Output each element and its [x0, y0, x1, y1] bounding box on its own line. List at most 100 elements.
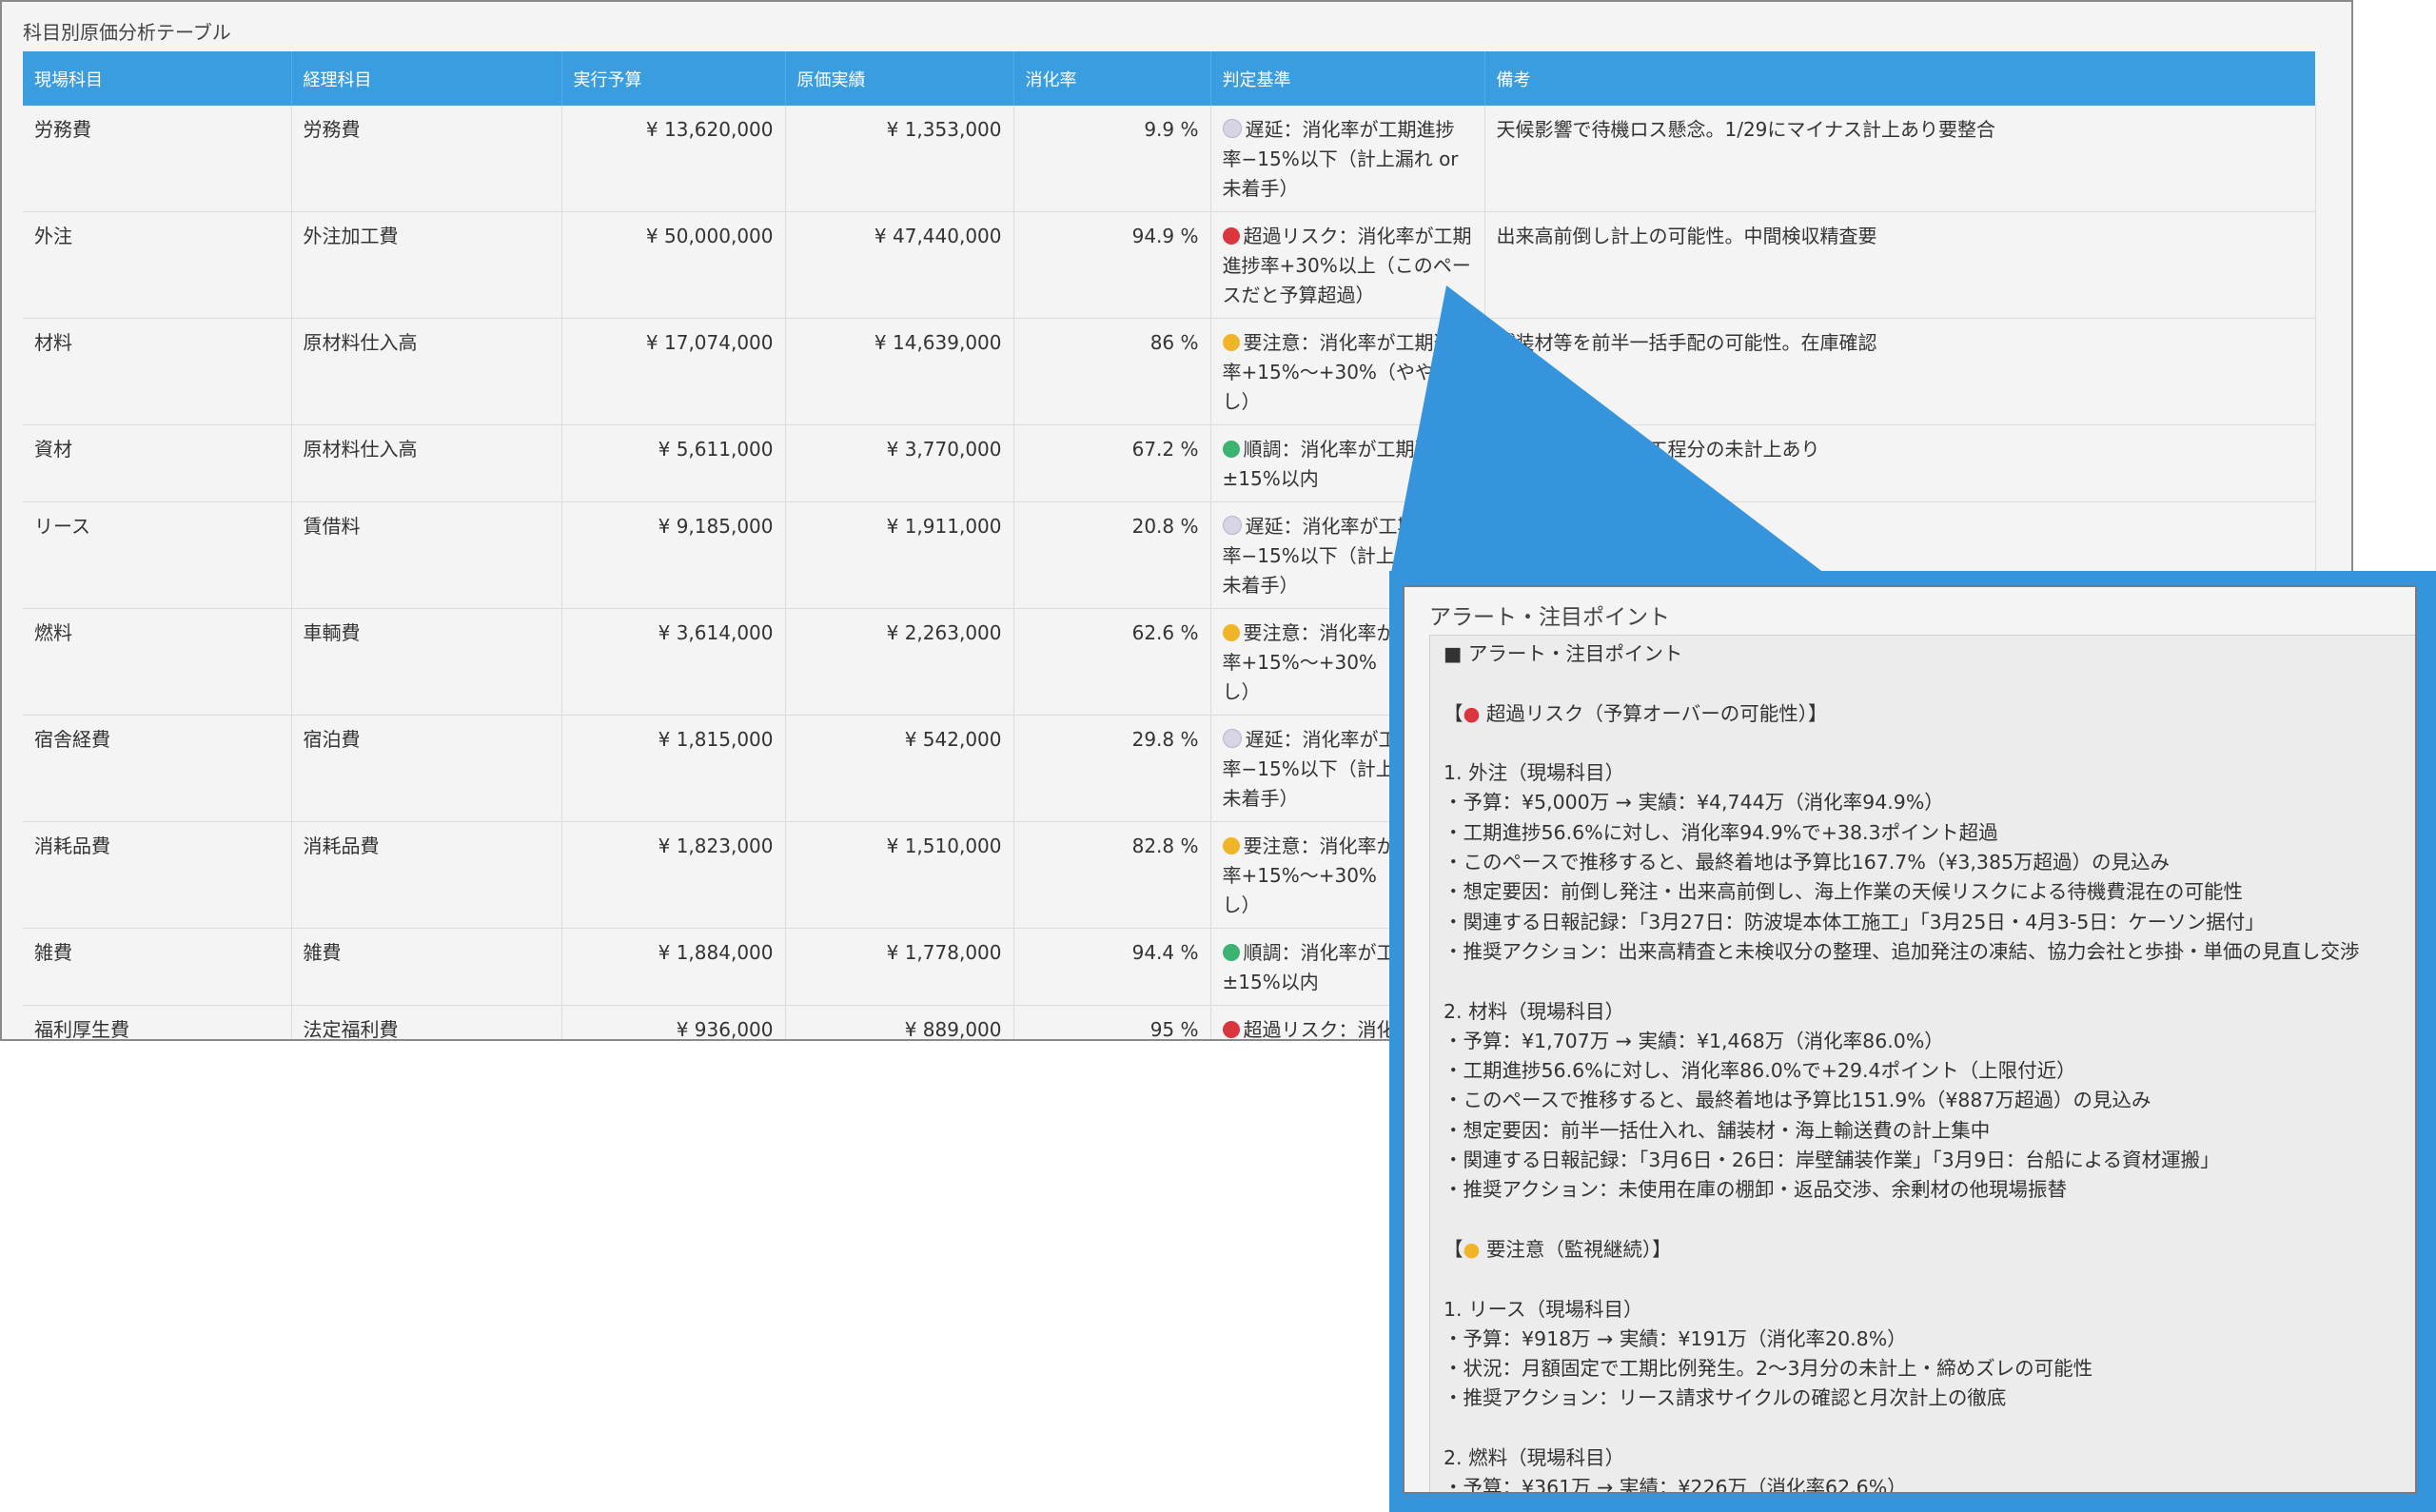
alert-line: ・予算：¥5,000万 → 実績：¥4,744万（消化率94.9%） [1444, 791, 1944, 815]
table-row[interactable]: 外注 外注加工費 ¥ 50,000,000 ¥ 47,440,000 94.9 % 超過リ… [23, 211, 2316, 319]
cell-actual: ¥ 1,778,000 [785, 928, 1014, 1006]
status-delay-icon [1222, 729, 1242, 748]
cell-judgement: 超過リスク：消化率が工期進捗率+30%以上（このペースだと予算超過） [1210, 211, 1485, 319]
column-header-rate[interactable]: 消化率 [1013, 51, 1211, 106]
cell-account: 車輌費 [291, 608, 562, 716]
cell-judgement: 遅延：消化率が工期進捗率−15%以下（計上漏れ or 未着手） [1210, 106, 1485, 212]
status-caution-icon [1222, 624, 1240, 641]
column-header-judgement[interactable]: 判定基準 [1210, 51, 1485, 106]
cell-budget: ¥ 17,074,000 [561, 318, 786, 425]
alert-line: ・このペースで推移すると、最終着地は予算比151.9%（¥887万超過）の見込み [1444, 1089, 2151, 1112]
cell-actual: ¥ 1,510,000 [785, 821, 1014, 929]
cell-budget: ¥ 1,884,000 [561, 928, 786, 1006]
alert-line: 1. 外注（現場科目） [1444, 761, 1625, 785]
column-header-note[interactable]: 備考 [1484, 51, 2316, 106]
cell-actual: ¥ 542,000 [785, 715, 1014, 822]
cell-rate: 20.8 % [1013, 501, 1211, 609]
table-row[interactable]: 資材 原材料仕入高 ¥ 5,611,000 ¥ 3,770,000 67.2 % 順調：消… [23, 424, 2316, 502]
cell-judgement: 要注意：消化率が工期進捗率+15%〜+30%（やや前倒し） [1210, 318, 1485, 425]
alert-line [1444, 669, 2415, 698]
table-row[interactable]: 材料 原材料仕入高 ¥ 17,074,000 ¥ 14,639,000 86 % 要注意：… [23, 318, 2316, 425]
alert-window-title: アラート・注目ポイント [1429, 605, 1670, 630]
cell-actual: ¥ 2,263,000 [785, 608, 1014, 716]
alert-line: ・予算：¥1,707万 → 実績：¥1,468万（消化率86.0%） [1444, 1029, 1944, 1052]
alert-window: アラート・注目ポイント ■ アラート・注目ポイント【● 超過リスク（予算オーバー… [1403, 585, 2417, 1494]
cell-account: 宿泊費 [291, 715, 562, 822]
status-ok-icon [1222, 944, 1240, 961]
alert-line: 【● 要注意（監視継続）】 [1444, 1237, 1672, 1261]
alert-line: 【● 超過リスク（予算オーバーの可能性）】 [1444, 701, 1828, 725]
cell-actual: ¥ 889,000 [785, 1005, 1014, 1039]
alert-line: ・想定要因：前半一括仕入れ、舗装材・海上輸送費の計上集中 [1444, 1118, 1991, 1142]
cell-actual: ¥ 14,639,000 [785, 318, 1014, 425]
status-over-icon [1222, 227, 1240, 245]
cell-budget: ¥ 3,614,000 [561, 608, 786, 716]
table-header-row: 現場科目 経理科目 実行予算 原価実績 消化率 判定基準 備考 [23, 51, 2316, 106]
cell-account: 雑費 [291, 928, 562, 1006]
alert-line: ・予算：¥918万 → 実績：¥191万（消化率20.8%） [1444, 1326, 1907, 1350]
cell-rate: 29.8 % [1013, 715, 1211, 822]
cell-budget: ¥ 13,620,000 [561, 106, 786, 212]
cell-account: 消耗品費 [291, 821, 562, 929]
status-delay-icon [1222, 119, 1242, 138]
status-caution-icon [1222, 837, 1240, 854]
cell-account: 労務費 [291, 106, 562, 212]
column-header-account[interactable]: 経理科目 [291, 51, 562, 106]
cell-account: 原材料仕入高 [291, 318, 562, 425]
cell-site: 外注 [23, 211, 292, 319]
status-ok-icon [1222, 441, 1240, 458]
alert-line [1444, 1414, 2415, 1443]
alert-line: 2. 燃料（現場科目） [1444, 1446, 1625, 1470]
column-header-site[interactable]: 現場科目 [23, 51, 292, 106]
cell-rate: 86 % [1013, 318, 1211, 425]
alert-line: ■ アラート・注目ポイント [1444, 642, 1683, 665]
cell-site: 福利厚生費 [23, 1005, 292, 1039]
alert-line [1444, 1206, 2415, 1235]
cell-actual: ¥ 47,440,000 [785, 211, 1014, 319]
cell-site: 労務費 [23, 106, 292, 212]
cell-site: 雑費 [23, 928, 292, 1006]
table-row[interactable]: 労務費 労務費 ¥ 13,620,000 ¥ 1,353,000 9.9 % 遅延：消化率… [23, 106, 2316, 212]
alert-line: ・このペースで推移すると、最終着地は予算比167.7%（¥3,385万超過）の見… [1444, 851, 2171, 874]
judgement-text: 順調：消化率が工期進捗率±15%以内 [1222, 438, 1472, 490]
column-header-budget[interactable]: 実行予算 [561, 51, 786, 106]
cell-budget: ¥ 5,611,000 [561, 424, 786, 502]
cell-actual: ¥ 1,911,000 [785, 501, 1014, 609]
cell-account: 原材料仕入高 [291, 424, 562, 502]
alert-line: ・推奨アクション：出来高精査と未検収分の整理、追加発注の凍結、協力会社と歩掛・単… [1444, 939, 2360, 963]
cell-rate: 9.9 % [1013, 106, 1211, 212]
judgement-text: 要注意：消化率が工期進捗率+15%〜+30%（やや前倒し） [1222, 331, 1472, 413]
alert-status-icon: ● [1463, 701, 1481, 725]
alert-line: ・関連する日報記録：「3月6日・26日：岸壁舗装作業」「3月9日：台船による資材… [1444, 1149, 2220, 1172]
cell-judgement: 順調：消化率が工期進捗率±15%以内 [1210, 424, 1485, 502]
alert-line: ・推奨アクション：リース請求サイクルの確認と月次計上の徹底 [1444, 1386, 2007, 1410]
status-delay-icon [1222, 516, 1242, 535]
alert-line: 2. 材料（現場科目） [1444, 999, 1625, 1023]
alert-line: ・想定要因：前倒し発注・出来高前倒し、海上作業の天候リスクによる待機費混在の可能… [1444, 880, 2243, 904]
judgement-text: 遅延：消化率が工期進捗率−15%以下（計上漏れ or 未着手） [1222, 118, 1459, 200]
cell-rate: 95 % [1013, 1005, 1211, 1039]
cell-budget: ¥ 9,185,000 [561, 501, 786, 609]
cell-site: リース [23, 501, 292, 609]
cell-actual: ¥ 3,770,000 [785, 424, 1014, 502]
alert-line [1444, 729, 2415, 758]
alert-line: ・状況：月額固定で工期比例発生。2〜3月分の未計上・締めズレの可能性 [1444, 1357, 2093, 1381]
alert-line: ・工期進捗56.6%に対し、消化率94.9%で+38.3ポイント超過 [1444, 820, 1998, 844]
cell-account: 法定福利費 [291, 1005, 562, 1039]
alert-line [1444, 967, 2415, 996]
cell-rate: 94.9 % [1013, 211, 1211, 319]
alert-line: 1. リース（現場科目） [1444, 1297, 1643, 1321]
cell-note: 出来高前倒し計上の可能性。中間検収精査要 [1484, 211, 2316, 319]
cell-note: 舗装材等を前半一括手配の可能性。在庫確認 [1484, 318, 2316, 425]
alert-line [1444, 1265, 2415, 1294]
panel-title: 科目別原価分析テーブル [23, 21, 231, 44]
cell-site: 資材 [23, 424, 292, 502]
alert-text-area[interactable]: ■ アラート・注目ポイント【● 超過リスク（予算オーバーの可能性）】 1. 外注（… [1429, 635, 2415, 1494]
cell-note: 資材 後工程分の未計上あり [1484, 424, 2316, 502]
page: 科目別原価分析テーブル 現場科目 経理科目 実行予算 原価実績 消化率 判定基準 [0, 0, 2436, 1512]
alert-line: ・関連する日報記録：「3月27日：防波堤本体工施工」「3月25日・4月3-5日：… [1444, 910, 2265, 933]
column-header-actual[interactable]: 原価実績 [785, 51, 1014, 106]
cell-actual: ¥ 1,353,000 [785, 106, 1014, 212]
alert-line: ・予算：¥361万 → 実績：¥226万（消化率62.6%） [1444, 1476, 1907, 1494]
status-over-icon [1222, 1021, 1240, 1038]
